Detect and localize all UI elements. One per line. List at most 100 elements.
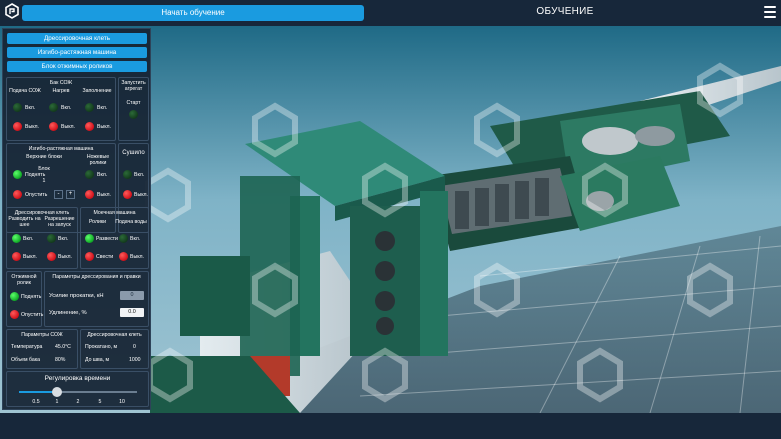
heating-on-indicator[interactable] xyxy=(49,103,58,112)
heating-label: Нагрев xyxy=(52,88,70,94)
hamburger-menu-icon[interactable] xyxy=(764,6,776,18)
washing-machine-section: Моечная машина Ролики Подача воды Развес… xyxy=(80,207,149,269)
coolant-supply-off-indicator[interactable] xyxy=(13,122,22,131)
stand-section: Дрессировочная клеть Разводить на шее Ра… xyxy=(6,207,78,269)
squeeze-raise-label: Поднять xyxy=(21,294,42,300)
squeeze-roller-section: Отжимной ролик Поднять Опустить xyxy=(6,271,44,327)
squeeze-raise-indicator[interactable] xyxy=(10,292,19,301)
knife-rollers-on-label: Вкл. xyxy=(97,172,108,178)
rolled-length-value: 0 xyxy=(133,344,136,350)
upper-blocks-raise-indicator[interactable] xyxy=(13,170,22,179)
temperature-value: 45.0°C xyxy=(55,344,71,350)
filling-on-label: Вкл. xyxy=(97,105,108,111)
start-unit-title: Запустить агрегат xyxy=(121,80,146,92)
rolling-force-value: 0 xyxy=(120,291,144,300)
permit-on-label: Вкл. xyxy=(58,236,69,242)
dryer-off-label: Выкл. xyxy=(134,192,148,198)
bending-machine-title: Изгибо-растяжная машина xyxy=(28,146,94,152)
bending-machine-button[interactable]: Изгибо-растяжная машина xyxy=(7,47,147,58)
bottom-bar xyxy=(0,413,781,439)
heating-off-indicator[interactable] xyxy=(49,122,58,131)
time-tick-1: 1 xyxy=(55,399,59,405)
heating-off-label: Выкл. xyxy=(61,124,75,130)
squeeze-lower-indicator[interactable] xyxy=(10,310,19,319)
coolant-supply-on-indicator[interactable] xyxy=(13,103,22,112)
squeeze-rollers-button[interactable]: Блок отжимных роликов xyxy=(7,61,147,72)
time-tick-2: 2 xyxy=(76,399,80,405)
unwind-off-label: Выкл. xyxy=(23,254,37,260)
rollers-close-label: Свести xyxy=(96,254,114,260)
knife-rollers-on-indicator[interactable] xyxy=(85,170,94,179)
heating-on-label: Вкл. xyxy=(61,105,72,111)
upper-blocks-lower-label: Опустить xyxy=(25,192,48,198)
water-off-label: Выкл. xyxy=(130,254,144,260)
stand-params-section: Параметры дрессирования и правки Усилие … xyxy=(44,271,149,327)
coolant-tank-section: Бак СОЖ Подача СОЖ Нагрев Заполнение Вкл… xyxy=(6,77,116,141)
coolant-supply-on-label: Вкл. xyxy=(25,105,36,111)
filling-on-indicator[interactable] xyxy=(85,103,94,112)
coolant-params-section: Параметры СОЖ Температура 45.0°C Объем б… xyxy=(6,329,78,369)
top-bar: Начать обучение ОБУЧЕНИЕ xyxy=(0,0,781,26)
permit-off-label: Выкл. xyxy=(58,254,72,260)
knife-rollers-off-label: Выкл. xyxy=(97,192,111,198)
upper-blocks-label: Верхние блоки xyxy=(26,154,62,160)
permit-on-indicator[interactable] xyxy=(47,234,56,243)
permit-off-indicator[interactable] xyxy=(47,252,56,261)
unwind-on-indicator[interactable] xyxy=(12,234,21,243)
unwind-label: Разводить на шее xyxy=(8,216,41,228)
tank-volume-label: Объем бака xyxy=(11,357,40,363)
unwind-on-label: Вкл. xyxy=(23,236,34,242)
block-minus-button[interactable]: - xyxy=(54,190,63,199)
stand-button[interactable]: Дрессировочная клеть xyxy=(7,33,147,44)
water-supply-label: Подача воды xyxy=(115,219,147,225)
page-title: ОБУЧЕНИЕ xyxy=(536,6,594,17)
time-control-section: Регулировка времени 0.5 1 2 5 10 xyxy=(6,371,149,407)
squeeze-roller-title: Отжимной ролик xyxy=(11,274,37,286)
upper-blocks-raise-label: Поднять xyxy=(25,172,46,178)
distance-to-seam-label: До шва, м xyxy=(85,357,110,363)
time-control-title: Регулировка времени xyxy=(44,375,111,382)
knife-rollers-label: Ножевые ролики xyxy=(86,154,110,166)
time-tick-5: 5 xyxy=(98,399,102,405)
dryer-title: Сушило xyxy=(122,150,145,156)
rollers-spread-label: Развести xyxy=(96,236,118,242)
coolant-supply-off-label: Выкл. xyxy=(25,124,39,130)
time-slider-thumb[interactable] xyxy=(52,387,62,397)
filling-label: Заполнение xyxy=(82,88,112,94)
tank-volume-value: 80% xyxy=(55,357,66,363)
rolling-force-label: Усилие прокатки, кН xyxy=(49,293,104,299)
start-training-button[interactable]: Начать обучение xyxy=(22,5,364,21)
permit-label: Разрешение на запуск xyxy=(44,216,75,228)
time-tick-0-5: 0.5 xyxy=(32,399,40,405)
start-unit-section: Запустить агрегат Старт xyxy=(118,77,149,141)
unwind-off-indicator[interactable] xyxy=(12,252,21,261)
block-plus-button[interactable]: + xyxy=(66,190,75,199)
rollers-close-indicator[interactable] xyxy=(85,252,94,261)
start-unit-label: Старт xyxy=(126,100,141,106)
logo-icon xyxy=(5,3,19,19)
squeeze-lower-label: Опустить xyxy=(21,312,44,318)
knife-rollers-off-indicator[interactable] xyxy=(85,190,94,199)
elongation-input[interactable]: 0.0 xyxy=(120,308,144,317)
stand-counter-title: Дрессировочная клеть xyxy=(87,332,142,338)
coolant-params-title: Параметры СОЖ xyxy=(21,332,63,338)
time-tick-10: 10 xyxy=(119,399,125,405)
control-panel: Дрессировочная клеть Изгибо-растяжная ма… xyxy=(2,28,151,410)
filling-off-indicator[interactable] xyxy=(85,122,94,131)
filling-off-label: Выкл. xyxy=(97,124,111,130)
upper-blocks-lower-indicator[interactable] xyxy=(13,190,22,199)
start-unit-indicator[interactable] xyxy=(129,110,138,119)
dryer-on-indicator[interactable] xyxy=(123,170,132,179)
water-on-indicator[interactable] xyxy=(119,234,128,243)
dryer-off-indicator[interactable] xyxy=(123,190,132,199)
water-off-indicator[interactable] xyxy=(119,252,128,261)
temperature-label: Температура xyxy=(11,344,43,350)
dryer-on-label: Вкл. xyxy=(134,172,145,178)
rolled-length-label: Прокатано, м xyxy=(85,344,118,350)
washing-machine-title: Моечная машина xyxy=(93,210,136,216)
coolant-tank-title: Бак СОЖ xyxy=(49,80,73,86)
coolant-supply-label: Подача СОЖ xyxy=(9,88,41,94)
rollers-spread-indicator[interactable] xyxy=(85,234,94,243)
elongation-label: Удлинение, % xyxy=(49,310,87,316)
stand-params-title: Параметры дрессирования и правки xyxy=(52,274,141,280)
